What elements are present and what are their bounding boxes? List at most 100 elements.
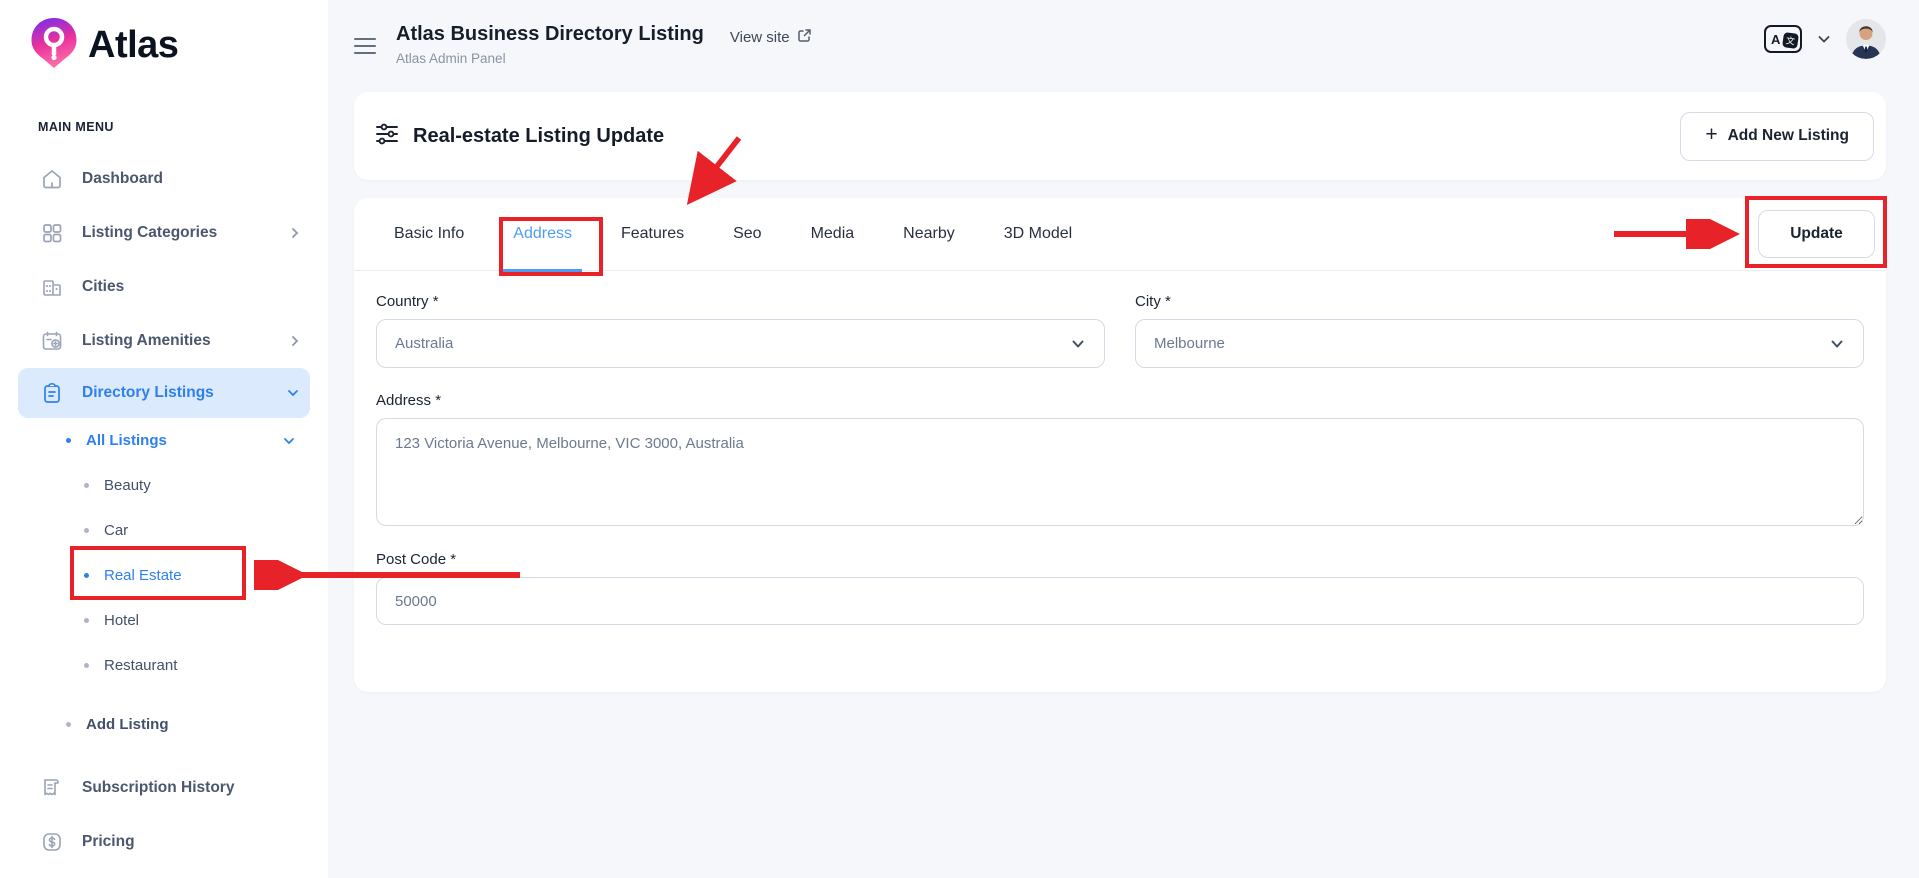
sidebar-item-add-listing[interactable]: Add Listing (0, 702, 328, 747)
city-value: Melbourne (1154, 335, 1225, 352)
sidebar-item-label: Beauty (104, 477, 151, 494)
tab-nearby[interactable]: Nearby (903, 198, 955, 271)
address-label: Address * (376, 392, 1864, 409)
sidebar-item-real-estate[interactable]: Real Estate (0, 553, 328, 598)
card-title-group: Real-estate Listing Update (374, 121, 664, 152)
bullet-icon (84, 663, 89, 668)
page-subtitle: Atlas Admin Panel (396, 51, 704, 66)
hamburger-menu-icon[interactable] (354, 38, 378, 54)
country-select[interactable]: Australia (376, 319, 1105, 368)
chevron-down-icon (286, 386, 300, 400)
atlas-pin-icon (26, 15, 82, 76)
clipboard-icon (40, 381, 64, 405)
building-icon (40, 275, 64, 299)
tab-media[interactable]: Media (811, 198, 855, 271)
listing-update-header-card: Real-estate Listing Update + Add New Lis… (354, 92, 1886, 180)
chevron-down-icon (1829, 336, 1845, 352)
language-switcher-icon[interactable]: A 文 (1764, 25, 1802, 53)
update-button-wrap: Update (1758, 210, 1875, 258)
listing-form-card: Basic Info Address Features Seo Media Ne… (354, 198, 1886, 692)
sliders-icon (374, 121, 400, 152)
add-new-listing-label: Add New Listing (1728, 127, 1849, 145)
country-value: Australia (395, 335, 453, 352)
chevron-down-icon[interactable] (1816, 31, 1832, 47)
sidebar-item-all-listings[interactable]: All Listings (0, 418, 328, 463)
postcode-input[interactable] (376, 577, 1864, 625)
sidebar-item-label: Listing Categories (82, 224, 217, 242)
tab-address[interactable]: Address (513, 198, 572, 271)
sidebar-item-label: Real Estate (104, 567, 182, 584)
sidebar-item-label: Subscription History (82, 779, 234, 797)
chevron-down-icon (282, 434, 296, 448)
sidebar-item-dashboard[interactable]: Dashboard (0, 152, 328, 206)
sidebar-item-label: Add Listing (86, 716, 169, 733)
sidebar-item-label: Directory Listings (82, 384, 214, 402)
postcode-label: Post Code * (376, 551, 1864, 568)
page-title: Atlas Business Directory Listing (396, 23, 704, 46)
sidebar-item-label: Car (104, 522, 128, 539)
address-form: Country * Australia City * Melbourne (354, 271, 1886, 625)
topbar: Atlas Business Directory Listing Atlas A… (354, 0, 1886, 72)
tab-3d-model[interactable]: 3D Model (1004, 198, 1072, 271)
sidebar-item-hotel[interactable]: Hotel (0, 598, 328, 643)
chevron-right-icon (288, 334, 302, 348)
external-link-icon (797, 28, 812, 47)
topbar-right: A 文 (1764, 19, 1886, 59)
receipt-icon (40, 776, 64, 800)
tab-features[interactable]: Features (621, 198, 684, 271)
tab-basic-info[interactable]: Basic Info (394, 198, 464, 271)
sidebar-item-label: Listing Amenities (82, 332, 211, 350)
main-content: Atlas Business Directory Listing Atlas A… (328, 0, 1919, 878)
sidebar-item-cities[interactable]: Cities (0, 260, 328, 314)
brand-name: Atlas (88, 24, 178, 67)
home-icon (40, 167, 64, 191)
sidebar-item-listing-categories[interactable]: Listing Categories (0, 206, 328, 260)
sidebar-item-subscription-history[interactable]: Subscription History (0, 761, 328, 815)
bullet-icon (84, 618, 89, 623)
sidebar-item-pricing[interactable]: Pricing (0, 815, 328, 869)
add-new-listing-button[interactable]: + Add New Listing (1680, 112, 1874, 161)
user-avatar[interactable] (1846, 19, 1886, 59)
bullet-icon (66, 438, 71, 443)
sidebar-item-car[interactable]: Car (0, 508, 328, 553)
sidebar-item-label: Pricing (82, 833, 135, 851)
sidebar-item-label: Hotel (104, 612, 139, 629)
country-field-group: Country * Australia (376, 293, 1105, 368)
tab-seo[interactable]: Seo (733, 198, 761, 271)
calendar-plus-icon (40, 329, 64, 353)
bullet-icon (84, 573, 89, 578)
app-root: Atlas MAIN MENU Dashboard Listing Catego… (0, 0, 1919, 878)
sidebar-item-label: Restaurant (104, 657, 177, 674)
sidebar-item-listing-amenities[interactable]: Listing Amenities (0, 314, 328, 368)
city-field-group: City * Melbourne (1135, 293, 1864, 368)
card-title: Real-estate Listing Update (413, 125, 664, 148)
bullet-icon (84, 528, 89, 533)
sidebar: Atlas MAIN MENU Dashboard Listing Catego… (0, 0, 328, 878)
grid-icon (40, 221, 64, 245)
update-button[interactable]: Update (1758, 210, 1875, 258)
country-label: Country * (376, 293, 1105, 310)
view-site-label: View site (730, 29, 790, 46)
sidebar-item-label: Cities (82, 278, 124, 296)
chevron-down-icon (1070, 336, 1086, 352)
chevron-right-icon (288, 226, 302, 240)
tab-bar: Basic Info Address Features Seo Media Ne… (354, 198, 1886, 271)
sidebar-item-label: All Listings (86, 432, 167, 449)
sidebar-nav: Dashboard Listing Categories Cities (0, 152, 328, 869)
language-secondary-glyph: 文 (1782, 32, 1799, 49)
sidebar-section-label: MAIN MENU (38, 120, 328, 134)
sidebar-item-restaurant[interactable]: Restaurant (0, 643, 328, 688)
dollar-icon (40, 830, 64, 854)
sidebar-item-label: Dashboard (82, 170, 163, 188)
city-select[interactable]: Melbourne (1135, 319, 1864, 368)
sidebar-item-directory-listings[interactable]: Directory Listings (18, 368, 310, 418)
sidebar-item-beauty[interactable]: Beauty (0, 463, 328, 508)
address-textarea[interactable]: 123 Victoria Avenue, Melbourne, VIC 3000… (376, 418, 1864, 526)
brand-logo[interactable]: Atlas (0, 0, 328, 76)
tab-address-label: Address (513, 225, 572, 243)
language-primary-glyph: A (1771, 32, 1780, 47)
view-site-link[interactable]: View site (730, 28, 812, 47)
bullet-icon (84, 483, 89, 488)
page-title-block: Atlas Business Directory Listing Atlas A… (396, 23, 704, 66)
address-field-group: Address * 123 Victoria Avenue, Melbourne… (376, 392, 1864, 531)
